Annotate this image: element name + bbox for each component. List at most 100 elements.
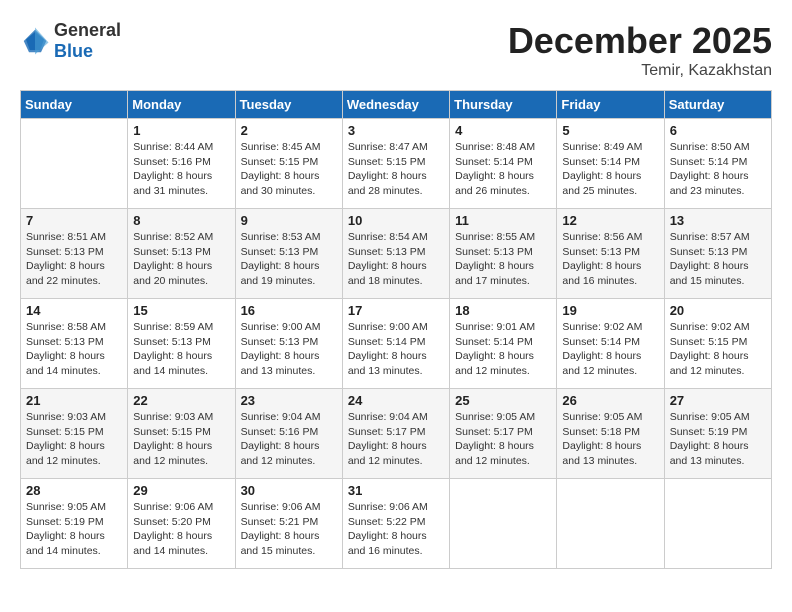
weekday-header-friday: Friday [557, 91, 664, 119]
day-number: 22 [133, 393, 229, 408]
day-number: 19 [562, 303, 658, 318]
day-number: 18 [455, 303, 551, 318]
day-info: Sunrise: 9:01 AMSunset: 5:14 PMDaylight:… [455, 320, 551, 379]
title-block: December 2025 Temir, Kazakhstan [508, 20, 772, 80]
calendar-cell: 4 Sunrise: 8:48 AMSunset: 5:14 PMDaylight… [450, 119, 557, 209]
calendar-cell: 31 Sunrise: 9:06 AMSunset: 5:22 PMDayligh… [342, 479, 449, 569]
calendar-cell: 15 Sunrise: 8:59 AMSunset: 5:13 PMDayligh… [128, 299, 235, 389]
calendar-cell [21, 119, 128, 209]
day-number: 26 [562, 393, 658, 408]
calendar-cell: 23Sunrise: 9:04 AMSunset: 5:16 PMDayligh… [235, 389, 342, 479]
calendar-week-4: 21 Sunrise: 9:03 AMSunset: 5:15 PMDayligh… [21, 389, 772, 479]
day-info: Sunrise: 9:05 AMSunset: 5:18 PMDaylight:… [562, 410, 658, 469]
calendar-cell: 10Sunrise: 8:54 AMSunset: 5:13 PMDayligh… [342, 209, 449, 299]
day-number: 13 [670, 213, 766, 228]
logo-text: General Blue [54, 20, 121, 62]
calendar-cell [450, 479, 557, 569]
day-info: Sunrise: 8:58 AMSunset: 5:13 PMDaylight:… [26, 320, 122, 379]
day-number: 8 [133, 213, 229, 228]
logo-icon [20, 26, 50, 56]
calendar-week-1: 1Sunrise: 8:44 AMSunset: 5:16 PMDaylight… [21, 119, 772, 209]
calendar-cell: 1Sunrise: 8:44 AMSunset: 5:16 PMDaylight… [128, 119, 235, 209]
calendar-cell: 27 Sunrise: 9:05 AMSunset: 5:19 PMDayligh… [664, 389, 771, 479]
weekday-header-monday: Monday [128, 91, 235, 119]
calendar-cell: 30Sunrise: 9:06 AMSunset: 5:21 PMDayligh… [235, 479, 342, 569]
day-info: Sunrise: 9:02 AMSunset: 5:14 PMDaylight:… [562, 320, 658, 379]
day-info: Sunrise: 9:04 AMSunset: 5:17 PMDaylight:… [348, 410, 444, 469]
calendar-body: 1Sunrise: 8:44 AMSunset: 5:16 PMDaylight… [21, 119, 772, 569]
calendar-cell: 25Sunrise: 9:05 AMSunset: 5:17 PMDayligh… [450, 389, 557, 479]
day-number: 25 [455, 393, 551, 408]
page-header: General Blue December 2025 Temir, Kazakh… [20, 20, 772, 80]
day-info: Sunrise: 9:06 AMSunset: 5:22 PMDaylight:… [348, 500, 444, 559]
day-info: Sunrise: 8:52 AMSunset: 5:13 PMDaylight:… [133, 230, 229, 289]
calendar-cell: 29 Sunrise: 9:06 AMSunset: 5:20 PMDayligh… [128, 479, 235, 569]
calendar-cell: 16Sunrise: 9:00 AMSunset: 5:13 PMDayligh… [235, 299, 342, 389]
calendar-cell: 18 Sunrise: 9:01 AMSunset: 5:14 PMDayligh… [450, 299, 557, 389]
calendar-cell: 22 Sunrise: 9:03 AMSunset: 5:15 PMDayligh… [128, 389, 235, 479]
day-number: 24 [348, 393, 444, 408]
weekday-header-wednesday: Wednesday [342, 91, 449, 119]
day-number: 5 [562, 123, 658, 138]
day-info: Sunrise: 9:05 AMSunset: 5:19 PMDaylight:… [26, 500, 122, 559]
weekday-header-sunday: Sunday [21, 91, 128, 119]
day-number: 29 [133, 483, 229, 498]
calendar-cell: 20Sunrise: 9:02 AMSunset: 5:15 PMDayligh… [664, 299, 771, 389]
day-number: 2 [241, 123, 337, 138]
calendar-week-3: 14 Sunrise: 8:58 AMSunset: 5:13 PMDayligh… [21, 299, 772, 389]
day-info: Sunrise: 9:05 AMSunset: 5:19 PMDaylight:… [670, 410, 766, 469]
day-info: Sunrise: 8:57 AMSunset: 5:13 PMDaylight:… [670, 230, 766, 289]
day-info: Sunrise: 8:48 AMSunset: 5:14 PMDaylight:… [455, 140, 551, 199]
calendar-week-5: 28 Sunrise: 9:05 AMSunset: 5:19 PMDayligh… [21, 479, 772, 569]
calendar-cell: 6 Sunrise: 8:50 AMSunset: 5:14 PMDaylight… [664, 119, 771, 209]
day-number: 9 [241, 213, 337, 228]
day-info: Sunrise: 9:03 AMSunset: 5:15 PMDaylight:… [26, 410, 122, 469]
day-number: 16 [241, 303, 337, 318]
day-number: 3 [348, 123, 444, 138]
day-info: Sunrise: 9:02 AMSunset: 5:15 PMDaylight:… [670, 320, 766, 379]
day-number: 11 [455, 213, 551, 228]
calendar-cell: 5 Sunrise: 8:49 AMSunset: 5:14 PMDaylight… [557, 119, 664, 209]
calendar-cell: 7Sunrise: 8:51 AMSunset: 5:13 PMDaylight… [21, 209, 128, 299]
calendar-cell: 2 Sunrise: 8:45 AMSunset: 5:15 PMDaylight… [235, 119, 342, 209]
day-info: Sunrise: 9:03 AMSunset: 5:15 PMDaylight:… [133, 410, 229, 469]
calendar-table: SundayMondayTuesdayWednesdayThursdayFrid… [20, 90, 772, 569]
day-number: 4 [455, 123, 551, 138]
logo-general: General [54, 20, 121, 40]
day-info: Sunrise: 8:49 AMSunset: 5:14 PMDaylight:… [562, 140, 658, 199]
calendar-cell: 11 Sunrise: 8:55 AMSunset: 5:13 PMDayligh… [450, 209, 557, 299]
calendar-cell: 14 Sunrise: 8:58 AMSunset: 5:13 PMDayligh… [21, 299, 128, 389]
page-container: General Blue December 2025 Temir, Kazakh… [20, 20, 772, 569]
month-title: December 2025 [508, 20, 772, 62]
calendar-cell: 13 Sunrise: 8:57 AMSunset: 5:13 PMDayligh… [664, 209, 771, 299]
day-info: Sunrise: 8:56 AMSunset: 5:13 PMDaylight:… [562, 230, 658, 289]
calendar-cell: 12Sunrise: 8:56 AMSunset: 5:13 PMDayligh… [557, 209, 664, 299]
calendar-cell: 9Sunrise: 8:53 AMSunset: 5:13 PMDaylight… [235, 209, 342, 299]
day-number: 27 [670, 393, 766, 408]
location-title: Temir, Kazakhstan [508, 62, 772, 80]
calendar-cell: 24 Sunrise: 9:04 AMSunset: 5:17 PMDayligh… [342, 389, 449, 479]
calendar-cell: 26 Sunrise: 9:05 AMSunset: 5:18 PMDayligh… [557, 389, 664, 479]
day-number: 21 [26, 393, 122, 408]
day-number: 14 [26, 303, 122, 318]
weekday-row: SundayMondayTuesdayWednesdayThursdayFrid… [21, 91, 772, 119]
day-info: Sunrise: 8:59 AMSunset: 5:13 PMDaylight:… [133, 320, 229, 379]
day-info: Sunrise: 8:50 AMSunset: 5:14 PMDaylight:… [670, 140, 766, 199]
day-number: 30 [241, 483, 337, 498]
day-info: Sunrise: 9:06 AMSunset: 5:20 PMDaylight:… [133, 500, 229, 559]
day-number: 31 [348, 483, 444, 498]
day-number: 1 [133, 123, 229, 138]
calendar-cell [557, 479, 664, 569]
day-number: 23 [241, 393, 337, 408]
day-number: 6 [670, 123, 766, 138]
day-info: Sunrise: 8:55 AMSunset: 5:13 PMDaylight:… [455, 230, 551, 289]
logo: General Blue [20, 20, 121, 62]
calendar-cell: 8 Sunrise: 8:52 AMSunset: 5:13 PMDaylight… [128, 209, 235, 299]
calendar-cell: 21 Sunrise: 9:03 AMSunset: 5:15 PMDayligh… [21, 389, 128, 479]
day-number: 15 [133, 303, 229, 318]
calendar-cell: 17Sunrise: 9:00 AMSunset: 5:14 PMDayligh… [342, 299, 449, 389]
day-info: Sunrise: 8:45 AMSunset: 5:15 PMDaylight:… [241, 140, 337, 199]
day-number: 28 [26, 483, 122, 498]
day-number: 10 [348, 213, 444, 228]
day-number: 17 [348, 303, 444, 318]
